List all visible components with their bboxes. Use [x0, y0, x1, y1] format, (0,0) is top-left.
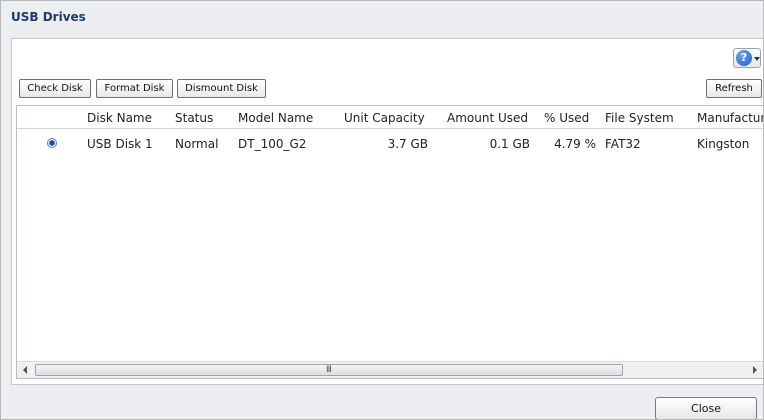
- horizontal-scrollbar[interactable]: III: [17, 361, 763, 378]
- cell-amount-used: 0.1 GB: [489, 137, 530, 151]
- usb-drives-table: Disk Name Status Model Name Unit Capacit…: [16, 105, 763, 379]
- column-header-status[interactable]: Status: [175, 111, 213, 125]
- row-select-radio[interactable]: [47, 138, 57, 148]
- column-header-manufacturer[interactable]: Manufacture: [697, 111, 763, 125]
- scrollbar-thumb[interactable]: III: [35, 364, 623, 376]
- cell-unit-capacity: 3.7 GB: [387, 137, 428, 151]
- cell-manufacturer: Kingston: [697, 137, 750, 151]
- column-header-disk-name[interactable]: Disk Name: [87, 111, 152, 125]
- scroll-left-arrow-icon[interactable]: [23, 366, 27, 374]
- usb-drives-dialog: USB Drives ? Check Disk Format Disk Dism…: [0, 0, 764, 420]
- help-question-icon: ?: [736, 50, 752, 66]
- close-button[interactable]: Close: [655, 397, 757, 419]
- cell-disk-name: USB Disk 1: [87, 137, 153, 151]
- format-disk-button[interactable]: Format Disk: [96, 79, 173, 98]
- help-button[interactable]: ?: [733, 48, 761, 68]
- cell-percent-used: 4.79 %: [554, 137, 596, 151]
- column-header-amount-used[interactable]: Amount Used: [447, 111, 528, 125]
- column-header-model-name[interactable]: Model Name: [238, 111, 313, 125]
- header-divider: [17, 128, 763, 129]
- check-disk-button[interactable]: Check Disk: [19, 79, 91, 98]
- dropdown-arrow-icon: [754, 57, 760, 61]
- cell-model-name: DT_100_G2: [238, 137, 307, 151]
- column-header-file-system[interactable]: File System: [605, 111, 674, 125]
- scrollbar-grip: III: [326, 365, 332, 375]
- scroll-right-arrow-icon[interactable]: [753, 366, 757, 374]
- cell-file-system: FAT32: [605, 137, 641, 151]
- column-header-percent-used[interactable]: % Used: [544, 111, 589, 125]
- refresh-button[interactable]: Refresh: [706, 79, 762, 98]
- cell-status: Normal: [175, 137, 219, 151]
- dismount-disk-button[interactable]: Dismount Disk: [177, 79, 266, 98]
- dialog-title: USB Drives: [11, 10, 86, 24]
- column-header-unit-capacity[interactable]: Unit Capacity: [344, 111, 425, 125]
